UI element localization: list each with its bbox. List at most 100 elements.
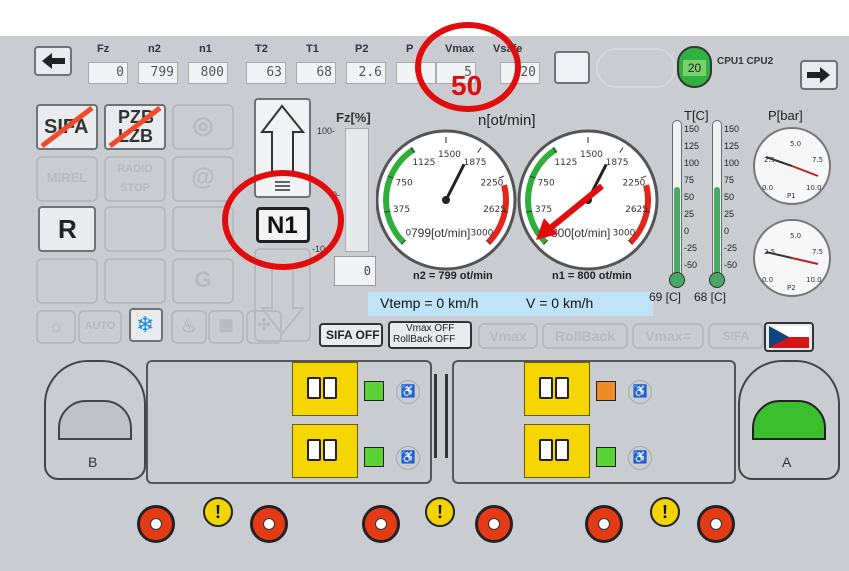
rpm-tick-label: 1875 <box>606 158 629 168</box>
auto-button: AUTO <box>78 310 122 344</box>
car-body-right <box>452 360 736 484</box>
coupling-bars <box>434 374 448 458</box>
wheelchair-icon: ♿ <box>396 380 420 404</box>
label-p: P <box>406 43 414 55</box>
thermometer-t1 <box>672 120 682 278</box>
door-left-bottom[interactable] <box>292 424 358 478</box>
mirel-button: MIREL <box>36 156 98 202</box>
snowflake-icon: ❄ <box>136 312 155 337</box>
temp-tick-label: 125 <box>724 141 740 151</box>
rpm-tick-label: 2625 <box>625 205 648 215</box>
door-icon <box>539 439 553 461</box>
wheel-brake-indicator <box>362 505 400 543</box>
pressure-gauge-p2: 5.0 2.5 7.5 0.0 10.0 P2 <box>753 219 831 297</box>
vmax-callout: 50 <box>451 70 483 101</box>
wheelchair-icon: ♿ <box>396 446 420 470</box>
car-body-left <box>146 360 432 484</box>
wheel-brake-indicator <box>250 505 288 543</box>
temp-tick-label: 50 <box>724 192 735 202</box>
temp-tick-label: -50 <box>684 260 698 270</box>
czech-flag-button[interactable] <box>764 322 814 352</box>
snowflake-button[interactable]: ❄ <box>129 308 163 342</box>
light-icon-button: ☼ <box>36 310 76 344</box>
force-bar <box>345 128 369 252</box>
temp-tick-label: 0 <box>684 226 690 236</box>
force-value-box: 0 <box>334 256 376 286</box>
rpm-tick-label: 1500 <box>580 150 603 160</box>
temp-tick-label: 25 <box>724 209 735 219</box>
cab-b-label: B <box>88 454 98 470</box>
speed-indicator: 20 <box>677 46 712 88</box>
door-icon <box>323 377 337 399</box>
rpm-tick-label: 2250 <box>481 178 504 188</box>
cab-a: A <box>738 360 840 480</box>
svg-text:7.5: 7.5 <box>812 156 823 164</box>
step-indicator-left-top-icon <box>364 381 384 401</box>
wheel-brake-indicator <box>475 505 513 543</box>
temp-tick-label: 50 <box>684 192 695 202</box>
temp-title: T[C] <box>684 108 709 123</box>
door-left-top[interactable] <box>292 362 358 416</box>
rpm-gauge-n2-readout: 799[ot/min] <box>411 226 471 240</box>
arrow-right-icon <box>807 67 830 83</box>
disabled-slash-icon <box>40 106 94 148</box>
warning-icon: ! <box>425 497 455 527</box>
sifa-ghost-button: SIFA <box>708 323 764 349</box>
vmax-rollback-off-button[interactable]: Vmax OFF RollBack OFF <box>388 321 472 349</box>
sifa-button[interactable]: SIFA <box>36 104 98 150</box>
top-blank-button[interactable] <box>554 51 590 84</box>
label-t1: T1 <box>306 43 319 55</box>
wheelchair-icon: ♿ <box>628 446 652 470</box>
door-icon <box>307 439 321 461</box>
temp-tick-label: 150 <box>724 124 740 134</box>
ghost-button-4 <box>36 258 98 304</box>
value-t1: 68 <box>296 62 336 84</box>
door-right-bottom[interactable] <box>524 424 590 478</box>
temp-tick-label: -50 <box>724 260 738 270</box>
label-n2: n2 <box>148 43 161 55</box>
vtemp-text: Vtemp = 0 km/h <box>380 295 479 311</box>
rpm-tick-label: 750 <box>396 178 413 188</box>
rpm-gauges: 0375750112515001875225026253000 03757501… <box>376 129 659 271</box>
r-button[interactable]: R <box>38 206 96 252</box>
sifa-off-button[interactable]: SIFA OFF <box>319 323 383 347</box>
vmax-ghost-button: Vmax <box>478 323 538 349</box>
radio-stop-button: RADIO STOP <box>104 156 166 202</box>
thermometer-t1-fill <box>674 187 680 276</box>
temp-scale-1: 150 125 100 75 50 25 0 -25 -50 <box>684 124 699 277</box>
wheel-brake-indicator <box>697 505 735 543</box>
svg-text:7.5: 7.5 <box>812 248 823 256</box>
rpm-tick-label: 1500 <box>438 150 461 160</box>
ghost-button-6: G <box>172 258 234 304</box>
rpm-tick-label: 2625 <box>483 205 506 215</box>
v-text: V = 0 km/h <box>526 295 594 311</box>
cab-b-window <box>58 400 132 440</box>
door-icon <box>539 377 553 399</box>
n2-text: n2 = 799 ot/min <box>413 270 493 282</box>
value-p2: 2.6 <box>346 62 386 84</box>
ghost-button-5 <box>104 258 166 304</box>
annotation-circle-n1 <box>222 170 344 270</box>
rpm-tick-label: 1125 <box>412 158 435 168</box>
pressure-gauges: 5.0 2.5 7.5 0.0 10.0 P1 5.0 2.5 7.5 0.0 … <box>753 127 831 297</box>
door-icon <box>307 377 321 399</box>
force-title: Fz[%] <box>336 110 371 125</box>
nav-right-button[interactable] <box>800 60 838 90</box>
thermometer-t2-bulb <box>709 272 725 288</box>
svg-text:5.0: 5.0 <box>790 232 801 240</box>
heater-button: ♨ <box>171 310 207 344</box>
pressure-gauge-p1-label: P1 <box>787 192 796 200</box>
warning-icon: ! <box>203 497 233 527</box>
arrow-left-icon <box>42 53 65 69</box>
door-right-top[interactable] <box>524 362 590 416</box>
speed-indicator-value: 20 <box>683 60 706 76</box>
rpm-gauge-n2: 0375750112515001875225026253000 <box>376 129 517 271</box>
nav-left-button[interactable] <box>34 46 72 76</box>
rpm-tick-label: 1875 <box>464 158 487 168</box>
svg-text:10.0: 10.0 <box>806 276 822 284</box>
temp-tick-label: -25 <box>684 243 698 253</box>
rpm-tick-label: 2250 <box>623 178 646 188</box>
pzb-lzb-button[interactable]: PZB LZB <box>104 104 166 150</box>
door-icon <box>555 439 569 461</box>
temp-tick-label: 150 <box>684 124 700 134</box>
